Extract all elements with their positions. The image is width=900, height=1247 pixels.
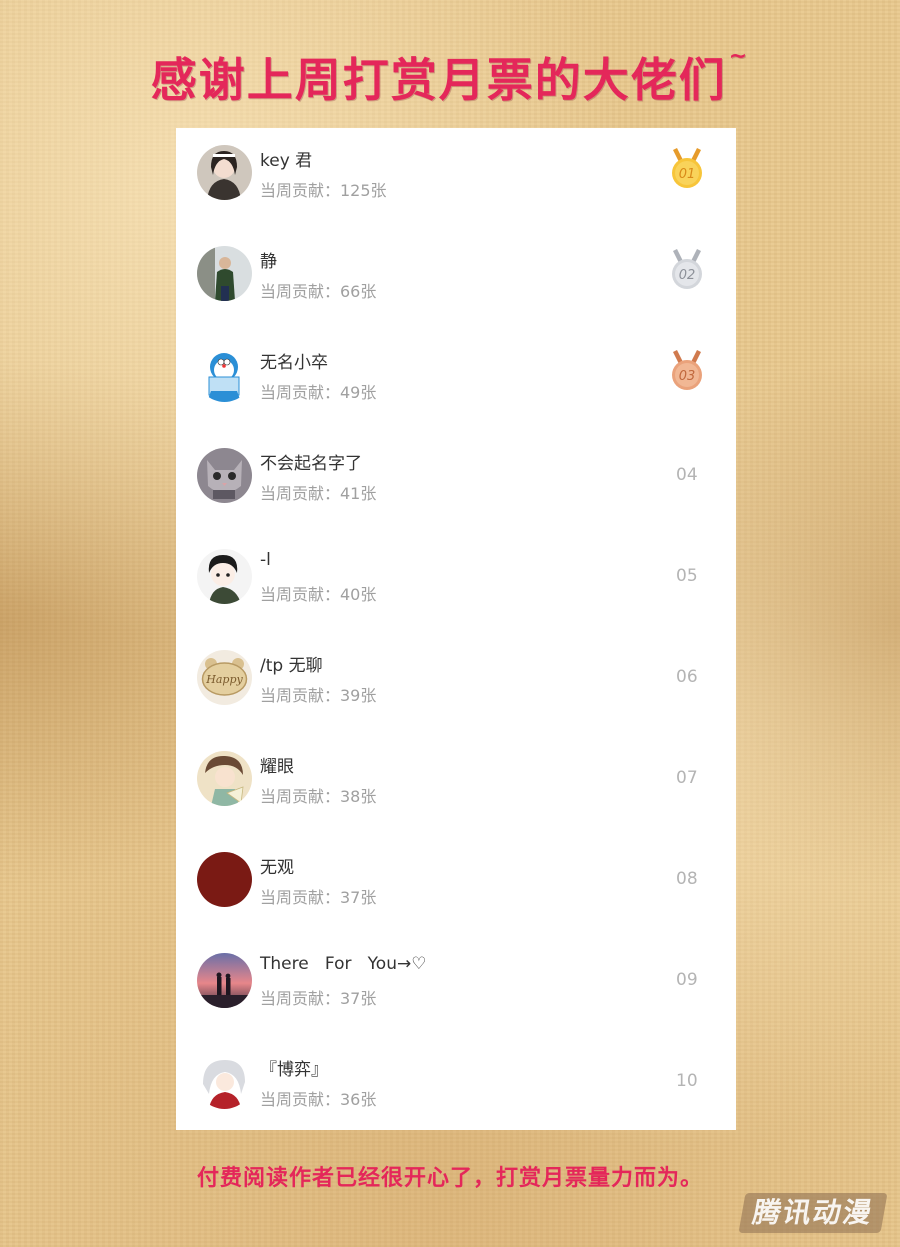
contribution-text: 当周贡献：38张 bbox=[260, 787, 377, 806]
sunset-couple-avatar-icon[interactable] bbox=[197, 953, 252, 1008]
title-text: 感谢上周打赏月票的大佬们 bbox=[150, 53, 727, 107]
ranking-row[interactable]: 『博弈』 当周贡献：36张 10 bbox=[176, 1037, 736, 1138]
ranking-row[interactable]: 静 当周贡献：66张 02 bbox=[176, 229, 736, 330]
ranking-row[interactable]: 无观 当周贡献：37张 08 bbox=[176, 835, 736, 936]
anime-character-avatar-icon[interactable] bbox=[197, 751, 252, 806]
contribution-text: 当周贡献：36张 bbox=[260, 1090, 377, 1109]
title-tilde: ~ bbox=[728, 44, 750, 69]
rank-number: 09 bbox=[676, 970, 698, 990]
footer-note: 付费阅读作者已经很开心了，打赏月票量力而为。 bbox=[196, 1166, 703, 1191]
anime-boy-avatar-icon[interactable] bbox=[197, 549, 252, 604]
page-title: 感谢上周打赏月票的大佬们~ bbox=[0, 44, 900, 110]
contribution-text: 当周贡献：49张 bbox=[260, 383, 377, 402]
medal-rank: 02 bbox=[679, 268, 696, 283]
ranking-row[interactable]: key 君 当周贡献：125张 01 bbox=[176, 128, 736, 229]
contribution-text: 当周贡献：40张 bbox=[260, 585, 377, 604]
contribution-text: 当周贡献：37张 bbox=[260, 989, 377, 1008]
user-name: key 君 bbox=[260, 151, 313, 171]
contribution-text: 当周贡献：125张 bbox=[260, 181, 387, 200]
user-name: 静 bbox=[260, 252, 277, 272]
ranking-list: key 君 当周贡献：125张 01 静 当周贡献：66张 02 无名小卒 当周… bbox=[176, 128, 736, 1130]
white-hair-anime-avatar-icon[interactable] bbox=[197, 1054, 252, 1109]
rank-number: 10 bbox=[676, 1071, 698, 1091]
user-name: 不会起名字了 bbox=[260, 454, 362, 474]
contribution-text: 当周贡献：66张 bbox=[260, 282, 377, 301]
ranking-row[interactable]: 不会起名字了 当周贡献：41张 04 bbox=[176, 431, 736, 532]
user-name: /tp 无聊 bbox=[260, 656, 323, 676]
contribution-text: 当周贡献：37张 bbox=[260, 888, 377, 907]
person-photo-avatar-icon[interactable] bbox=[197, 246, 252, 301]
ranking-row[interactable]: -l 当周贡献：40张 05 bbox=[176, 532, 736, 633]
contribution-text: 当周贡献：41张 bbox=[260, 484, 377, 503]
ranking-row[interactable]: Happy /tp 无聊 当周贡献：39张 06 bbox=[176, 633, 736, 734]
rank-number: 04 bbox=[676, 465, 698, 485]
ranking-row[interactable]: There For You→♡ 当周贡献：37张 09 bbox=[176, 936, 736, 1037]
user-name: 『博弈』 bbox=[260, 1060, 328, 1080]
doraemon-avatar-icon[interactable] bbox=[197, 347, 252, 402]
medal-rank: 03 bbox=[679, 369, 696, 384]
happy-bear-avatar-icon[interactable]: Happy bbox=[197, 650, 252, 705]
ranking-row[interactable]: 无名小卒 当周贡献：49张 03 bbox=[176, 330, 736, 431]
user-name: 耀眼 bbox=[260, 757, 294, 777]
cat-avatar-icon[interactable] bbox=[197, 448, 252, 503]
rank-number: 06 bbox=[676, 667, 698, 687]
gold-medal-icon: 01 bbox=[668, 146, 706, 192]
user-name: -l bbox=[260, 550, 271, 570]
user-name: 无名小卒 bbox=[260, 353, 328, 373]
rank-number: 07 bbox=[676, 768, 698, 788]
user-name: 无观 bbox=[260, 858, 294, 878]
rank-number: 08 bbox=[676, 869, 698, 889]
silver-medal-icon: 02 bbox=[668, 247, 706, 293]
svg-text:Happy: Happy bbox=[205, 673, 243, 686]
bronze-medal-icon: 03 bbox=[668, 348, 706, 394]
watermark-logo: 腾讯动漫 bbox=[738, 1193, 888, 1233]
dark-red-avatar-icon[interactable] bbox=[197, 852, 252, 907]
contribution-text: 当周贡献：39张 bbox=[260, 686, 377, 705]
girl-avatar-icon[interactable] bbox=[197, 145, 252, 200]
ranking-row[interactable]: 耀眼 当周贡献：38张 07 bbox=[176, 734, 736, 835]
medal-rank: 01 bbox=[679, 167, 696, 182]
user-name: There For You→♡ bbox=[260, 954, 427, 974]
rank-number: 05 bbox=[676, 566, 698, 586]
